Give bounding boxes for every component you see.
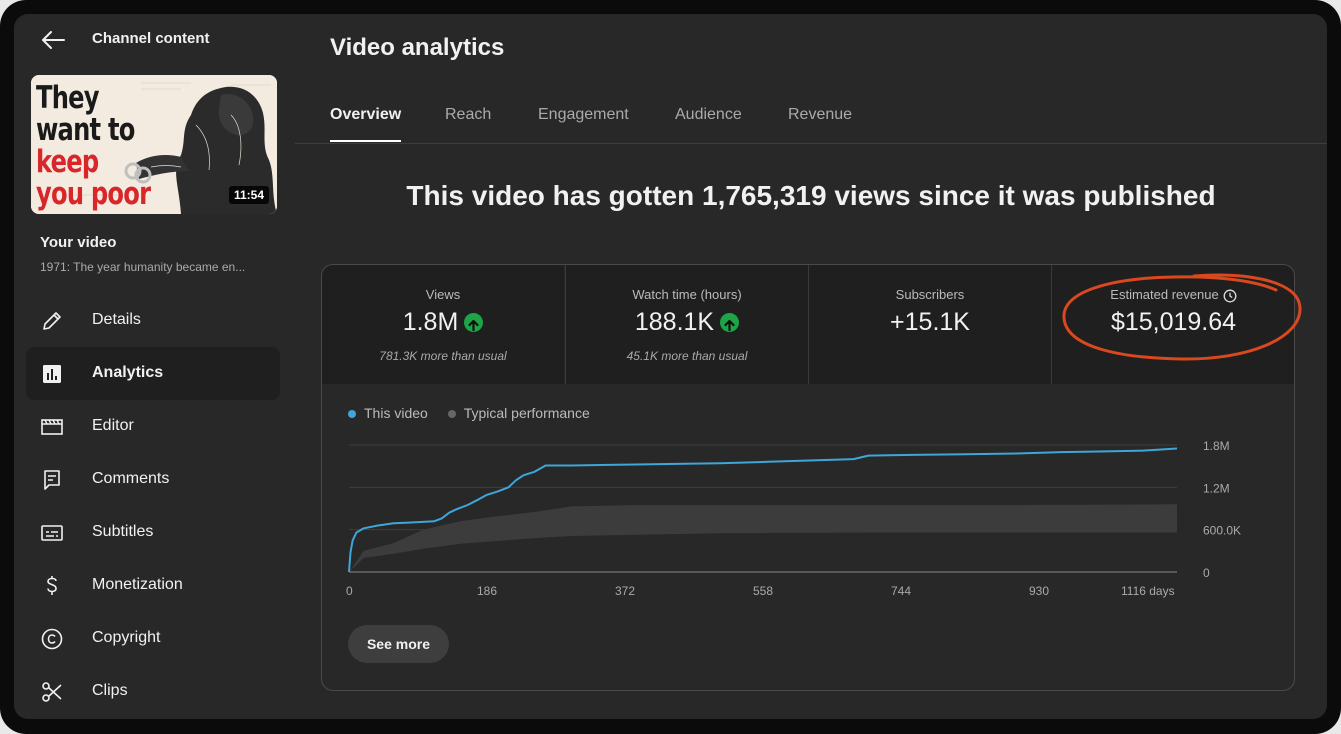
sidebar-item-monetization[interactable]: Monetization	[26, 559, 280, 612]
your-video-label: Your video	[40, 234, 117, 251]
clapperboard-icon	[41, 419, 63, 435]
x-tick-label: 558	[753, 584, 773, 598]
metric-number: $15,019.64	[1110, 307, 1237, 336]
metric-watch-time[interactable]: Watch time (hours) 188.1K 45.1K more tha…	[565, 265, 808, 384]
metric-label-text: Estimated revenue	[1110, 287, 1219, 302]
y-tick-label: 1.2M	[1203, 481, 1230, 495]
legend-label: Typical performance	[463, 405, 590, 421]
analytics-icon	[43, 365, 61, 383]
back-label[interactable]: Channel content	[92, 30, 210, 47]
chart-legend: This video Typical performance	[348, 405, 606, 421]
device-frame: Channel content They want to keep you po…	[0, 0, 1341, 734]
sidebar-item-label: Copyright	[92, 629, 161, 646]
y-tick-label: 1.8M	[1203, 439, 1230, 453]
clock-icon	[1223, 289, 1237, 303]
sidebar-item-clips[interactable]: Clips	[26, 665, 280, 718]
video-title: 1971: The year humanity became en...	[40, 260, 246, 274]
sidebar-item-label: Details	[92, 311, 141, 328]
sidebar-item-label: Analytics	[92, 364, 164, 381]
dollar-icon	[47, 576, 57, 595]
see-more-button[interactable]: See more	[348, 625, 449, 663]
metric-label: Watch time (hours)	[632, 287, 742, 302]
views-headline: This video has gotten 1,765,319 views si…	[406, 180, 1216, 211]
sidebar-item-subtitles[interactable]: Subtitles	[26, 506, 280, 559]
pencil-icon	[43, 312, 61, 330]
sidebar-item-analytics[interactable]: Analytics	[26, 347, 280, 400]
metric-label: Estimated revenue	[1052, 287, 1294, 303]
thumbnail-line-3: keep	[36, 144, 99, 180]
trend-up-icon	[464, 312, 484, 332]
sidebar-item-label: Editor	[92, 417, 134, 434]
thumbnail-line-1: They	[36, 80, 100, 116]
legend-dot	[447, 410, 456, 419]
y-tick-label: 600.0K	[1203, 524, 1241, 538]
x-tick-label: 930	[1029, 584, 1049, 598]
metric-value: +15.1K	[809, 307, 1051, 337]
metric-estimated-revenue[interactable]: Estimated revenue $15,019.64	[1051, 265, 1294, 384]
main-content: Video analytics Overview Reach Engagemen…	[295, 14, 1327, 719]
x-tick-label: 1116 days	[1121, 584, 1175, 598]
legend-dot	[348, 410, 356, 419]
sidebar-item-comments[interactable]: Comments	[26, 453, 280, 506]
metric-views[interactable]: Views 1.8M 781.3K more than usual	[322, 265, 564, 384]
sidebar-item-label: Subtitles	[92, 523, 154, 540]
sidebar-item-editor[interactable]: Editor	[26, 400, 280, 453]
tab-engagement[interactable]: Engagement	[538, 106, 629, 142]
x-tick-label: 744	[891, 584, 911, 598]
sidebar-item-label: Monetization	[92, 576, 183, 593]
views-chart[interactable]: 0 600.0K 1.2M 1.8M 0 186 372 558 744 930 1116 days	[322, 435, 1294, 605]
sidebar-item-label: Comments	[92, 470, 170, 487]
tab-overview[interactable]: Overview	[330, 106, 402, 142]
thumbnail-line-2: want to	[36, 112, 135, 148]
tab-bar: Overview Reach Engagement Audience Reven…	[295, 86, 1327, 144]
video-duration: 11:54	[228, 186, 269, 204]
metric-subscribers[interactable]: Subscribers +15.1K	[808, 265, 1051, 384]
sidebar: Channel content They want to keep you po…	[14, 14, 294, 719]
metric-number: +15.1K	[890, 307, 970, 336]
comment-icon	[44, 470, 60, 490]
metric-comparison: 781.3K more than usual	[379, 349, 507, 363]
legend-typical-performance[interactable]: Typical performance	[447, 405, 590, 421]
metric-value: $15,019.64	[1052, 307, 1294, 337]
x-tick-label: 186	[477, 584, 497, 598]
copyright-icon	[41, 628, 63, 650]
x-tick-label: 0	[346, 584, 353, 598]
page-title: Video analytics	[330, 34, 505, 61]
metric-value: 1.8M	[322, 307, 564, 337]
thumbnail-line-4: you poor	[36, 176, 151, 212]
tab-audience[interactable]: Audience	[675, 106, 742, 142]
legend-this-video[interactable]: This video	[348, 405, 428, 421]
trend-up-icon	[720, 312, 740, 332]
video-thumbnail[interactable]: They want to keep you poor 11:54	[31, 75, 277, 214]
metric-value: 188.1K	[566, 307, 808, 337]
legend-label: This video	[364, 405, 428, 421]
thumbnail-text: They want to keep you poor	[36, 82, 182, 210]
metric-comparison: 45.1K more than usual	[626, 349, 748, 363]
tab-revenue[interactable]: Revenue	[788, 106, 852, 142]
x-tick-label: 372	[615, 584, 635, 598]
app-screen: Channel content They want to keep you po…	[14, 14, 1327, 719]
sidebar-item-label: Clips	[92, 682, 128, 699]
metric-label: Views	[425, 287, 461, 302]
sidebar-nav: Details Analytics Editor Comments Subtit…	[26, 294, 280, 718]
sidebar-item-details[interactable]: Details	[26, 294, 280, 347]
tab-reach[interactable]: Reach	[445, 106, 491, 142]
subtitles-icon	[41, 525, 63, 541]
sidebar-item-copyright[interactable]: Copyright	[26, 612, 280, 665]
typical-performance-band	[349, 504, 1177, 572]
metric-cards: Views 1.8M 781.3K more than usual Watch …	[322, 265, 1294, 384]
metric-number: 1.8M	[402, 307, 459, 336]
metric-number: 188.1K	[634, 307, 715, 336]
y-tick-label: 0	[1203, 566, 1210, 580]
back-arrow-icon[interactable]	[40, 28, 66, 52]
scissors-icon	[42, 682, 62, 702]
overview-card: Views 1.8M 781.3K more than usual Watch …	[321, 264, 1295, 691]
metric-label: Subscribers	[895, 287, 965, 302]
